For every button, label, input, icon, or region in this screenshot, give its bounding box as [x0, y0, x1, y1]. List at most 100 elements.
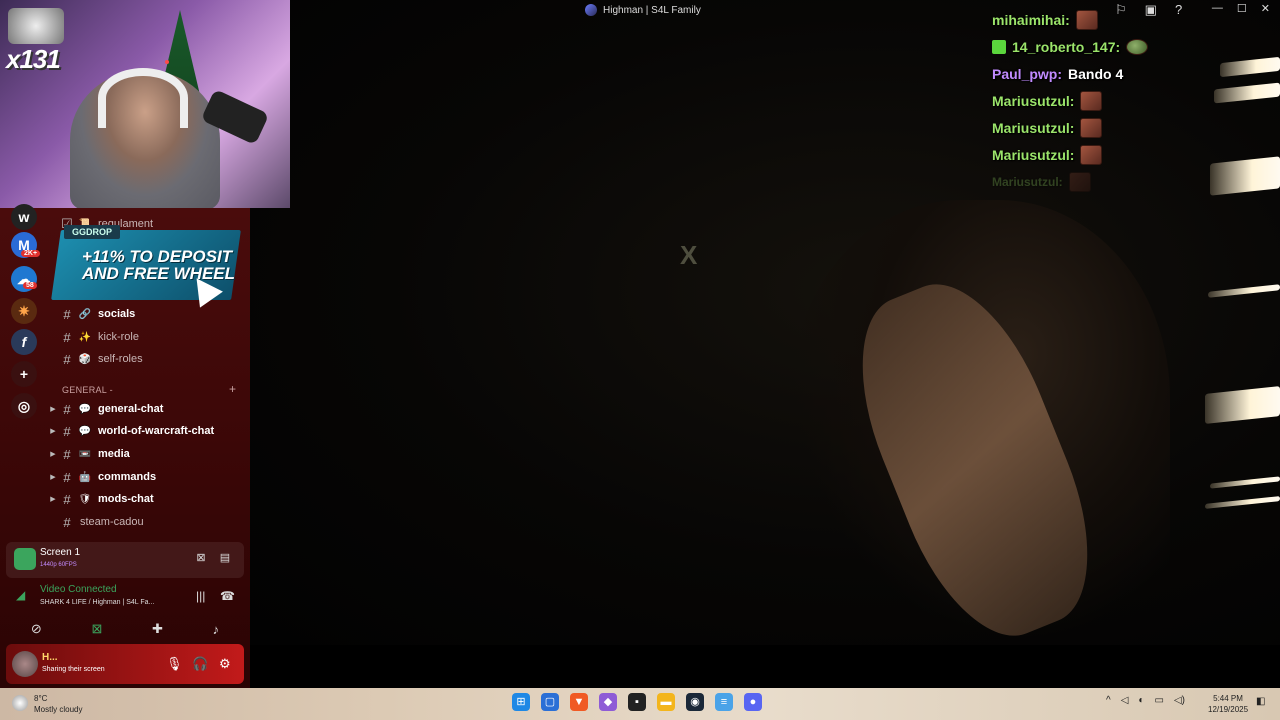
notepad-icon[interactable]: ≡ — [715, 693, 733, 711]
chat-message: Mariusutzul: — [992, 87, 1272, 114]
channel-mods-chat[interactable]: ▶ # 🛡 mods-chat — [48, 488, 250, 510]
gear-icon[interactable]: ⚙ — [219, 656, 231, 672]
compass-icon[interactable]: ◎ — [11, 393, 37, 419]
chat-username: Paul_pwp: — [992, 65, 1063, 82]
headset-logo: X — [680, 240, 698, 270]
network-icon[interactable]: ▭ — [1154, 695, 1163, 706]
folder-icon[interactable]: ▬ — [657, 693, 675, 711]
soundboard-icon[interactable]: ♪ — [213, 622, 220, 637]
channel-socials[interactable]: # 🔗 socials — [48, 303, 250, 325]
chat-overlay: mihaimihai: 14_roberto_147: Paul_pwp: Ba… — [992, 6, 1272, 195]
windows-icon[interactable]: ⊞ — [512, 693, 530, 711]
weather-icon — [12, 695, 28, 711]
stop-share-icon[interactable]: ⊠ — [91, 621, 102, 637]
channel-general-chat[interactable]: ▶ # 💬 general-chat — [48, 398, 250, 420]
window-title: Highman | S4L Family — [585, 4, 701, 16]
headphones-icon[interactable]: 🎧 — [192, 656, 208, 672]
channel-self-roles[interactable]: # 🎲 self-roles — [48, 348, 250, 370]
sparkle-icon[interactable]: ✷ — [11, 298, 37, 324]
weather-temp: 8°C — [34, 694, 48, 703]
teams-icon[interactable]: ▪ — [628, 693, 646, 711]
stream-settings-icon[interactable]: ▤ — [216, 551, 234, 569]
notification-icon[interactable]: ◧ — [1256, 696, 1265, 707]
weather-desc: Mostly cloudy — [34, 705, 83, 714]
user-status: Sharing their screen — [42, 666, 105, 673]
system-tray: ^ ◁ ◐ ▭ ◁) — [1106, 695, 1185, 706]
volume-icon[interactable]: ◁) — [1174, 695, 1185, 706]
chevron-up-icon[interactable]: ^ — [1106, 695, 1111, 706]
cat-emote-icon — [8, 8, 64, 44]
plus-icon[interactable]: + — [11, 361, 37, 387]
taskbar: 8°C Mostly cloudy ⊞ ▢ ▼ ◆ ▪ ▬ ◉ ≡ ● ^ ◁ … — [0, 688, 1280, 720]
emote-icon — [1126, 38, 1149, 55]
server-f-icon[interactable]: f — [11, 329, 37, 355]
voice-channel[interactable]: SHARK 4 LIFE / Highman | S4L Fa... — [40, 599, 154, 606]
chat-message: Mariusutzul: — [992, 114, 1272, 141]
chat-message: 14_roberto_147: — [992, 33, 1272, 60]
mic-icon[interactable]: 🎙 — [166, 656, 183, 672]
add-channel-icon[interactable]: + — [229, 382, 236, 396]
subscriber-badge-icon — [992, 39, 1006, 54]
voice-status[interactable]: Video Connected — [40, 584, 117, 595]
avatar[interactable] — [12, 651, 38, 677]
chat-text: Bando 4 — [1068, 65, 1124, 82]
chat-message: Mariusutzul: — [992, 141, 1272, 168]
noise-suppression-icon[interactable]: ||| — [196, 589, 205, 603]
chat-username: Mariusutzul: — [992, 146, 1075, 163]
emote-icon — [1068, 171, 1091, 192]
emote-icon — [1080, 90, 1103, 111]
taskbar-apps: ⊞ ▢ ▼ ◆ ▪ ▬ ◉ ≡ ● — [512, 693, 762, 711]
brave-icon[interactable]: ▼ — [570, 693, 588, 711]
chat-username: Mariusutzul: — [992, 119, 1075, 136]
activities-icon[interactable]: ✚ — [152, 621, 163, 637]
chat-username: Mariusutzul: — [992, 174, 1063, 189]
chat-username: mihaimihai: — [992, 11, 1070, 28]
app-logo-icon — [585, 4, 597, 16]
chat-message: mihaimihai: — [992, 6, 1272, 33]
server-badge: 2K+ — [21, 250, 41, 257]
username: H... — [42, 652, 58, 663]
explorer-icon[interactable]: ▢ — [541, 693, 559, 711]
signal-icon: ◢ — [16, 588, 26, 602]
screen-title: Screen 1 — [40, 547, 81, 558]
mic-tray-icon[interactable]: ◐ — [1138, 695, 1144, 706]
discord-taskbar-icon[interactable]: ● — [744, 693, 762, 711]
channel-media[interactable]: ▶ # 📼 media — [48, 443, 250, 465]
combo-counter: x131 — [6, 44, 61, 74]
screen: X Highman | S4L Family ⚐ ▣ ? — ☐ ✕ mihai… — [0, 0, 1280, 720]
copilot-icon[interactable]: ◆ — [599, 693, 617, 711]
promo-tag: GGDROP — [64, 225, 121, 239]
chat-message: Mariusutzul: — [992, 168, 1272, 195]
emote-icon — [1080, 144, 1103, 165]
emote-icon — [1080, 117, 1103, 138]
chat-message: Paul_pwp: Bando 4 — [992, 60, 1272, 87]
steam-icon[interactable]: ◉ — [686, 693, 704, 711]
camera-off-icon[interactable]: ⊘ — [31, 621, 42, 637]
clock[interactable]: 5:44 PM 12/19/2025 — [1208, 693, 1248, 715]
clock-time: 5:44 PM — [1213, 694, 1243, 703]
speaker-icon[interactable]: ◁ — [1121, 695, 1129, 706]
headset — [98, 68, 188, 128]
channel-kick-role[interactable]: # ✨ kick-role — [48, 326, 250, 348]
channel-steam-cadou[interactable]: # steam-cadou — [48, 511, 250, 533]
user-panel: H... Sharing their screen 🎙 🎧 ⚙ — [6, 644, 244, 684]
screen-share-panel: Screen 1 1440p 60FPS ⊠ ▤ — [6, 542, 244, 578]
channel-commands[interactable]: ▶ # 🤖 commands — [48, 466, 250, 488]
window-title-text: Highman | S4L Family — [603, 4, 701, 16]
voice-actions: ⊘ ⊠ ✚ ♪ — [6, 616, 244, 642]
clock-date: 12/19/2025 — [1208, 705, 1249, 714]
emote-icon — [1075, 9, 1098, 30]
voice-connection: ◢ Video Connected SHARK 4 LIFE / Highman… — [6, 582, 244, 616]
disconnect-icon[interactable]: ☎ — [220, 589, 235, 603]
screen-quality: 1440p 60FPS — [40, 562, 77, 568]
chat-username: 14_roberto_147: — [1012, 38, 1121, 55]
screen-icon — [14, 548, 36, 570]
stop-stream-icon[interactable]: ⊠ — [192, 551, 210, 569]
channel-world-of-warcraft-chat[interactable]: ▶ # 💬 world-of-warcraft-chat — [48, 420, 250, 442]
server-list: w M 2K+ ☁ 58 ✷ f + ◎ — [0, 204, 48, 538]
discord-icon[interactable]: w — [11, 204, 37, 230]
category-general[interactable]: GENERAL - — [62, 385, 113, 395]
promo-line-1: +11% TO DEPOSIT — [82, 247, 233, 266]
webcam-overlay: x131 — [0, 0, 290, 208]
discord-sidebar: w M 2K+ ☁ 58 ✷ f + ◎ ☑📜 regulament #📰 so… — [0, 204, 250, 688]
